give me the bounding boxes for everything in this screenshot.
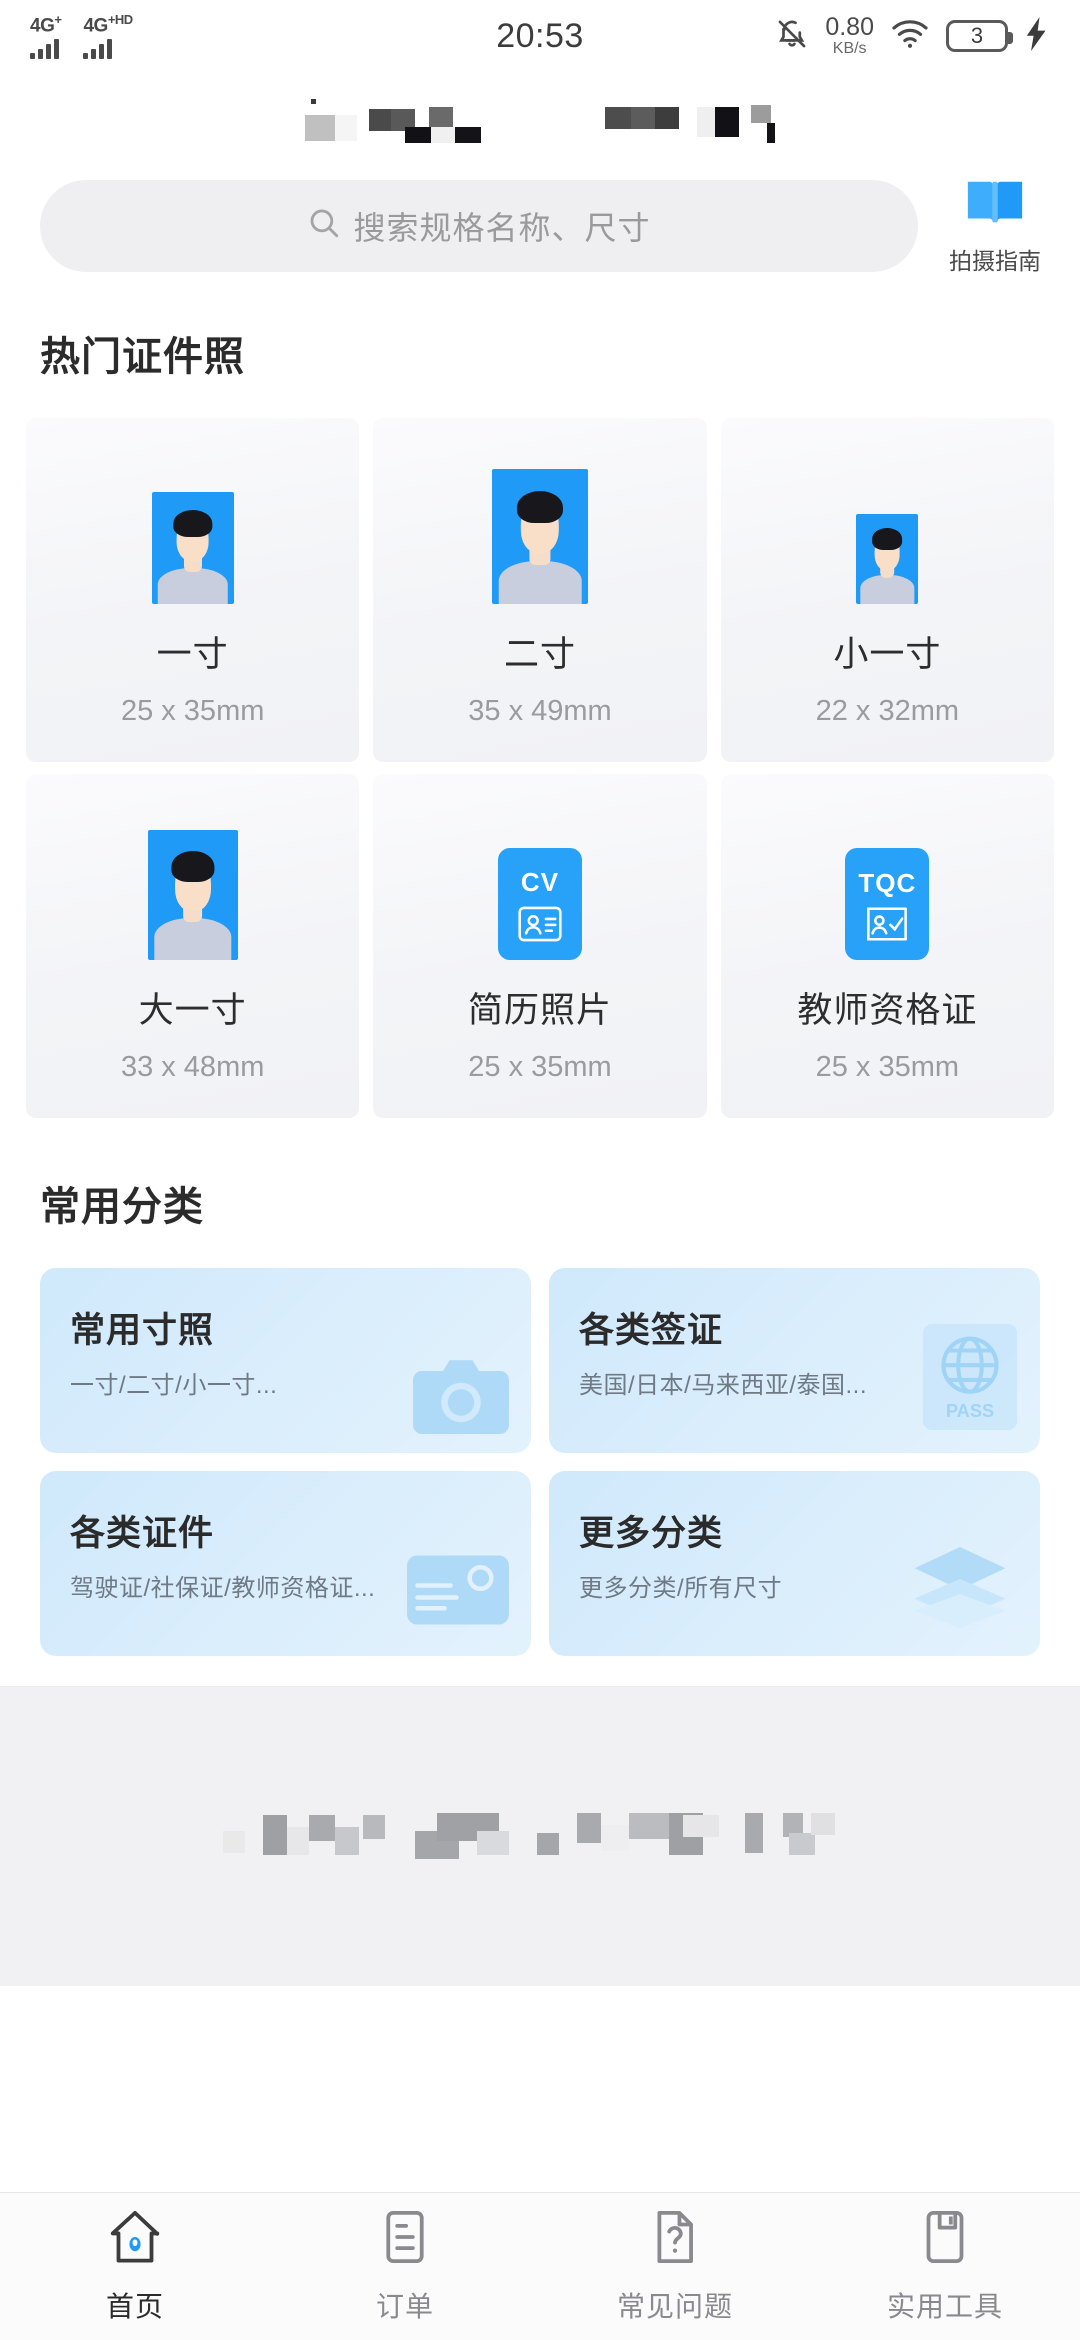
hot-photo-card[interactable]: 一寸 25 x 35mm [26, 418, 360, 762]
tab-label: 常见问题 [616, 2291, 733, 2322]
sim1-network-label: 4G+ [30, 12, 62, 37]
badge-code: TQC [858, 867, 917, 898]
thumbnail [491, 444, 588, 604]
hot-photo-size: 25 x 35mm [815, 1051, 960, 1083]
hot-photo-name: 一寸 [156, 635, 229, 674]
category-card-common-sizes[interactable]: 常用寸照 一寸/二寸/小一寸... [40, 1268, 531, 1453]
tab-orders[interactable]: 订单 [270, 2208, 540, 2325]
portrait-photo-icon [147, 830, 238, 960]
wifi-icon [890, 18, 930, 55]
hot-photo-card[interactable]: CV 简历照片 25 x 35mm [373, 774, 707, 1118]
hot-photo-card[interactable]: TQC 教师资格证 25 x 35mm [720, 774, 1054, 1118]
hot-photo-size: 25 x 35mm [468, 1051, 612, 1083]
status-bar-right: 0.80 KB/s 3 [775, 15, 1050, 57]
redaction-blocks [223, 1812, 835, 1859]
status-bar-left: 4G+ 4G+HD [30, 12, 133, 59]
battery-icon: 3 [946, 20, 1013, 52]
tab-label: 首页 [105, 2291, 164, 2322]
tab-tools[interactable]: 实用工具 [810, 2208, 1080, 2325]
hot-photo-name: 二寸 [503, 635, 576, 674]
network-speed-unit: KB/s [832, 40, 867, 57]
open-book-icon [964, 175, 1026, 236]
banner-redaction-blocks [215, 1797, 865, 1877]
question-doc-icon [646, 2208, 704, 2271]
portrait-photo-icon [491, 469, 588, 604]
save-tool-icon [916, 2208, 974, 2271]
signal-sim2: 4G+HD [83, 12, 133, 59]
category-title: 常用寸照 [70, 1311, 215, 1350]
category-card-certificates[interactable]: 各类证件 驾驶证/社保证/教师资格证... [40, 1471, 531, 1656]
tqc-badge-icon: TQC [845, 848, 930, 960]
passport-globe-icon: PASS [922, 1324, 1018, 1435]
search-input[interactable]: 搜索规格名称、尺寸 [40, 179, 918, 272]
category-card-visa[interactable]: 各类签证 美国/日本/马来西亚/泰国... PASS [549, 1268, 1040, 1453]
hot-photo-card[interactable]: 二寸 35 x 49mm [373, 418, 707, 762]
status-bar: 4G+ 4G+HD 20:53 0.80 KB/s 3 [0, 0, 1080, 72]
signal-sim1: 4G+ [30, 12, 62, 59]
cv-badge-icon: CV [497, 848, 582, 960]
category-card-more[interactable]: 更多分类 更多分类/所有尺寸 [549, 1471, 1040, 1656]
hot-photo-name: 大一寸 [138, 991, 247, 1030]
promo-banner-redacted[interactable] [0, 1686, 1080, 1986]
hot-photo-size: 33 x 48mm [120, 1051, 265, 1083]
badge-code: CV [520, 866, 560, 897]
hot-photo-name: 教师资格证 [797, 991, 978, 1030]
thumbnail: CV [497, 800, 582, 960]
hot-photo-size: 22 x 32mm [815, 695, 960, 727]
category-section-title: 常用分类 [40, 1185, 204, 1229]
search-row: 搜索规格名称、尺寸 拍摄指南 [0, 175, 1080, 276]
shooting-guide-button[interactable]: 拍摄指南 [936, 175, 1054, 276]
tab-label: 订单 [375, 2291, 434, 2322]
list-icon [376, 2208, 434, 2271]
network-speed-value: 0.80 [825, 13, 874, 41]
thumbnail: TQC [845, 800, 930, 960]
id-card-icon [407, 1555, 509, 1630]
shooting-guide-label: 拍摄指南 [949, 248, 1041, 274]
tab-label: 实用工具 [886, 2291, 1003, 2322]
hot-photo-grid: 一寸 25 x 35mm 二寸 35 x 49mm 小一寸 22 x 32mm [0, 418, 1080, 1118]
hot-photo-name: 小一寸 [833, 635, 942, 674]
bottom-tab-bar: 首页 订单 常见问题 实用工具 [0, 2192, 1080, 2340]
network-speed: 0.80 KB/s [825, 15, 874, 57]
bell-mute-icon [775, 17, 809, 56]
thumbnail [151, 444, 234, 604]
clock: 20:53 [496, 16, 584, 55]
hot-photo-card[interactable]: 小一寸 22 x 32mm [720, 418, 1054, 762]
svg-text:PASS: PASS [946, 1400, 994, 1421]
hot-photo-size: 25 x 35mm [120, 695, 265, 727]
hot-photo-card[interactable]: 大一寸 33 x 48mm [26, 774, 360, 1118]
signal-bars-icon [30, 38, 59, 59]
camera-icon [413, 1356, 509, 1439]
redaction-blocks [605, 104, 775, 143]
search-placeholder: 搜索规格名称、尺寸 [353, 209, 651, 246]
home-icon [106, 2208, 164, 2271]
category-title: 各类证件 [70, 1514, 215, 1553]
search-icon [307, 206, 341, 245]
charging-bolt-icon [1024, 16, 1050, 56]
signal-bars-icon [83, 38, 113, 59]
portrait-photo-icon [856, 514, 919, 604]
hot-photo-name: 简历照片 [467, 991, 612, 1030]
layers-icon [910, 1547, 1010, 1634]
thumbnail [147, 800, 238, 960]
hot-photo-size: 35 x 49mm [468, 695, 612, 727]
thumbnail [856, 444, 919, 604]
app-title-redacted [0, 72, 1080, 167]
redaction-blocks [305, 98, 481, 143]
tab-faq[interactable]: 常见问题 [540, 2208, 810, 2325]
battery-level: 3 [970, 23, 984, 48]
portrait-photo-icon [151, 492, 234, 604]
hot-section-title: 热门证件照 [40, 335, 245, 379]
tab-home[interactable]: 首页 [0, 2208, 270, 2325]
sim2-network-label: 4G+HD [83, 12, 133, 37]
category-grid: 常用寸照 一寸/二寸/小一寸... 各类签证 美国/日本/马来西亚/泰国... … [0, 1268, 1080, 1656]
